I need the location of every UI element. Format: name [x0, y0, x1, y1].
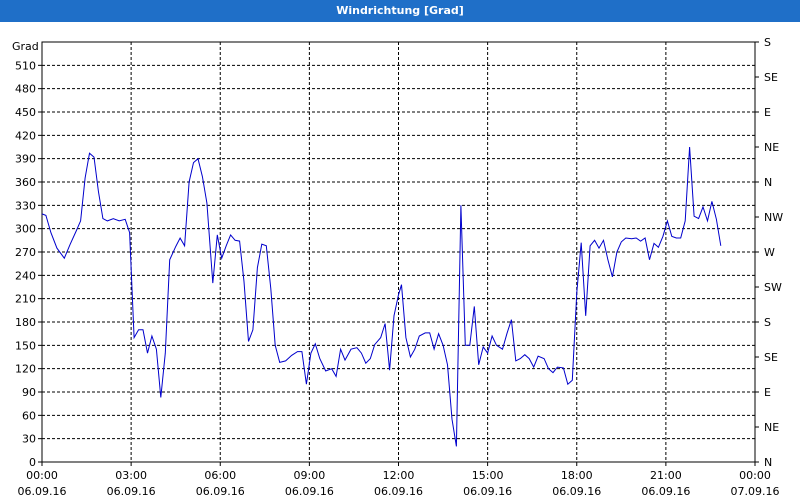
- x-tick-time: 06:00: [204, 469, 236, 482]
- x-tick-date: 06.09.16: [463, 485, 512, 498]
- compass-label: N: [764, 176, 772, 189]
- compass-label: SE: [764, 71, 778, 84]
- y-axis-label: Grad: [12, 40, 39, 53]
- y-tick-label: 60: [22, 409, 36, 422]
- x-tick-time: 21:00: [650, 469, 682, 482]
- compass-label: E: [764, 386, 771, 399]
- right-axis: N NE E SE S SW W NW N NE E SE S: [755, 36, 783, 469]
- x-tick-time: 18:00: [561, 469, 593, 482]
- x-tick-time: 00:00: [26, 469, 58, 482]
- x-tick-date: 06.09.16: [196, 485, 245, 498]
- y-tick-label: 360: [15, 176, 36, 189]
- chart-title: Windrichtung [Grad]: [336, 4, 464, 17]
- y-tick-label: 30: [22, 433, 36, 446]
- x-tick-time: 15:00: [472, 469, 504, 482]
- x-tick-time: 00:00: [739, 469, 771, 482]
- y-tick-label: 210: [15, 293, 36, 306]
- x-tick-date: 06.09.16: [107, 485, 156, 498]
- x-tick-time: 03:00: [115, 469, 147, 482]
- compass-label: NE: [764, 141, 779, 154]
- y-tick-label: 510: [15, 59, 36, 72]
- compass-label: S: [764, 36, 771, 49]
- y-tick-label: 390: [15, 153, 36, 166]
- y-tick-label: 270: [15, 246, 36, 259]
- x-tick-time: 09:00: [294, 469, 326, 482]
- compass-label: SW: [764, 281, 782, 294]
- x-tick-date: 06.09.16: [552, 485, 601, 498]
- chart-title-bar: Windrichtung [Grad]: [0, 0, 800, 22]
- left-axis: Grad 0 30 60 90 120 150 180 210 240 270 300 330 360 3…: [12, 40, 42, 469]
- compass-label: S: [764, 316, 771, 329]
- x-tick-date: 06.09.16: [18, 485, 67, 498]
- y-tick-label: 300: [15, 223, 36, 236]
- compass-label: W: [764, 246, 775, 259]
- y-tick-label: 0: [29, 456, 36, 469]
- compass-label: N: [764, 456, 772, 469]
- x-tick-time: 12:00: [383, 469, 415, 482]
- y-tick-label: 150: [15, 339, 36, 352]
- wind-direction-chart: Grad 0 30 60 90 120 150 180 210 240 270 300 330 360 3…: [12, 36, 783, 498]
- y-tick-label: 90: [22, 386, 36, 399]
- compass-label: NW: [764, 211, 783, 224]
- x-tick-date: 07.09.16: [731, 485, 780, 498]
- y-tick-label: 180: [15, 316, 36, 329]
- y-tick-label: 480: [15, 83, 36, 96]
- y-tick-label: 120: [15, 363, 36, 376]
- compass-label: SE: [764, 351, 778, 364]
- y-tick-label: 330: [15, 199, 36, 212]
- x-tick-date: 06.09.16: [374, 485, 423, 498]
- y-tick-label: 450: [15, 106, 36, 119]
- y-tick-label: 420: [15, 129, 36, 142]
- x-tick-date: 06.09.16: [285, 485, 334, 498]
- x-tick-date: 06.09.16: [641, 485, 690, 498]
- compass-label: E: [764, 106, 771, 119]
- y-tick-label: 240: [15, 269, 36, 282]
- compass-label: NE: [764, 421, 779, 434]
- x-axis: 00:00 06.09.16 03:00 06.09.16 06:00 06.09.16 0…: [18, 462, 780, 498]
